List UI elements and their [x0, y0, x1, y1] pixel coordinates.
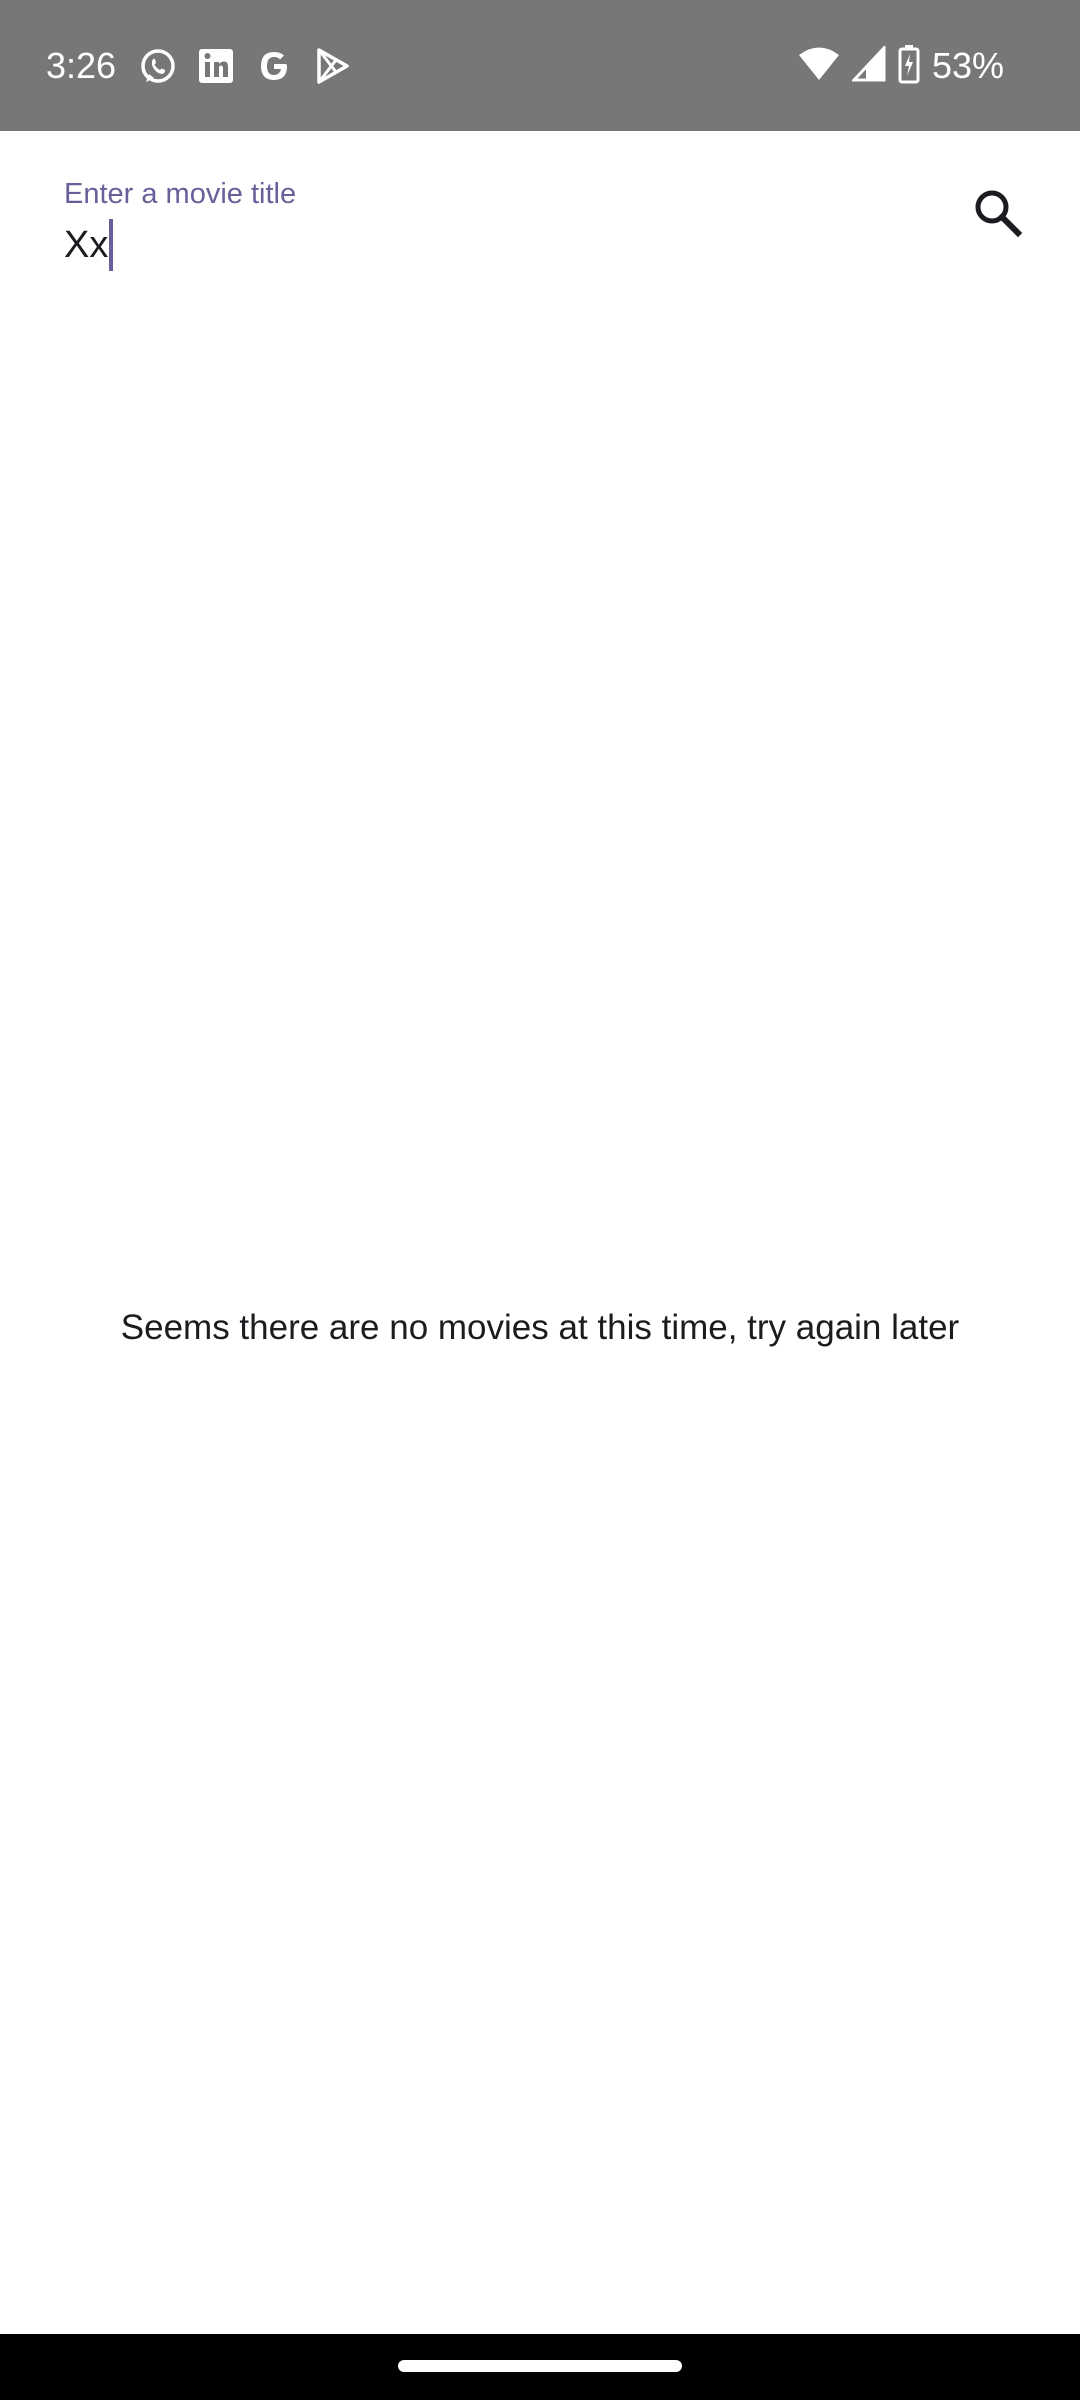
battery-percentage: 53% [931, 45, 1004, 86]
home-indicator[interactable] [398, 2360, 682, 2372]
play-store-icon [312, 44, 352, 88]
wifi-icon [798, 46, 840, 87]
battery-charging-icon [898, 44, 920, 89]
search-button[interactable] [958, 175, 1038, 255]
whatsapp-icon [138, 44, 178, 88]
cellular-signal-icon [850, 43, 886, 87]
search-icon [973, 188, 1023, 243]
empty-state-message: Seems there are no movies at this time, … [120, 1308, 960, 1347]
search-bar: Enter a movie title Xx [0, 131, 1080, 291]
google-icon [254, 44, 294, 88]
text-cursor [109, 219, 114, 271]
system-status-icons: 53% [798, 40, 1004, 92]
notification-icons [138, 44, 352, 88]
movie-title-input-value[interactable]: Xx [64, 217, 108, 273]
status-time: 3:26 [46, 45, 117, 86]
movie-title-field-label: Enter a movie title [64, 178, 297, 210]
movie-title-input[interactable]: Xx [64, 217, 114, 273]
linkedin-icon [196, 44, 236, 88]
status-bar: 3:26 53% [0, 0, 1080, 131]
